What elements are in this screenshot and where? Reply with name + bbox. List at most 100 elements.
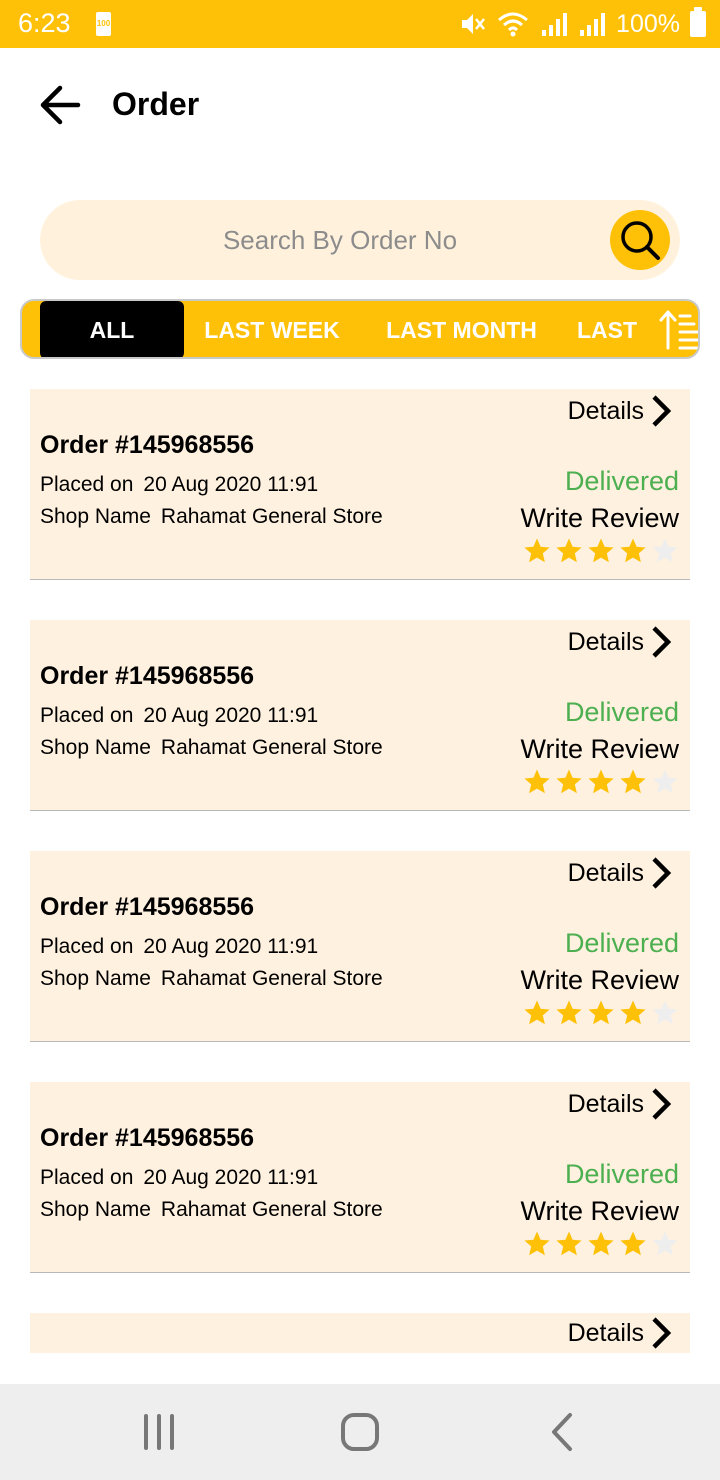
recent-apps-icon [144,1414,174,1450]
order-number: Order #145968556 [40,1124,255,1152]
star-icon[interactable] [619,768,647,796]
status-badge: Delivered [564,697,679,727]
home-icon [341,1413,379,1451]
placed-on-label: Placed on [40,935,134,958]
placed-on-label: Placed on [40,473,134,496]
order-card[interactable]: Details [30,1313,690,1353]
shop-name-value: Rahamat General Store [160,505,383,528]
wifi-icon [498,12,529,37]
tab-last-week[interactable]: LAST WEEK [197,301,347,357]
sort-button[interactable] [658,308,698,352]
sort-ascending-icon [659,310,698,350]
home-button[interactable] [330,1404,390,1460]
star-icon[interactable] [651,537,679,565]
tab-all[interactable]: ALL [40,301,184,357]
star-icon[interactable] [523,537,551,565]
placed-on-label: Placed on [40,1166,134,1189]
back-icon [552,1413,572,1451]
tab-last[interactable]: LAST [577,301,657,357]
star-icon[interactable] [523,999,551,1027]
details-link[interactable]: Details [568,1313,674,1353]
chevron-right-icon [652,395,672,427]
system-nav-bar [0,1384,720,1480]
filter-tabs: ALL LAST WEEK LAST MONTH LAST [20,299,700,359]
star-icon[interactable] [523,1230,551,1258]
status-time: 6:23 [18,8,71,38]
order-card[interactable]: Details Order #145968556 Placed on 20 Aug… [30,1082,690,1273]
placed-on-value: 20 Aug 2020 11:91 [143,1166,319,1189]
star-icon[interactable] [619,1230,647,1258]
status-bar: 6:23 100 100% [0,0,720,48]
status-badge: Delivered [564,1159,679,1189]
star-rating[interactable] [523,768,679,796]
shop-name-label: Shop Name [40,736,151,759]
star-icon[interactable] [555,537,583,565]
status-badge: Delivered [564,928,679,958]
order-number: Order #145968556 [40,431,255,459]
shop-name-row: Shop Name Rahamat General Store [40,736,383,760]
star-icon[interactable] [523,768,551,796]
chevron-right-icon [652,1317,672,1349]
details-label: Details [567,1089,644,1118]
star-icon[interactable] [587,537,615,565]
write-review-link[interactable]: Write Review [520,734,679,765]
order-card[interactable]: Details Order #145968556 Placed on 20 Aug… [30,389,690,580]
search-input[interactable] [80,200,600,280]
star-rating[interactable] [523,537,679,565]
tab-last-month[interactable]: LAST MONTH [374,301,549,357]
chevron-right-icon [652,626,672,658]
placed-on-row: Placed on 20 Aug 2020 11:91 [40,473,318,497]
placed-on-label: Placed on [40,704,134,727]
chevron-right-icon [652,857,672,889]
shop-name-label: Shop Name [40,967,151,990]
star-icon[interactable] [651,999,679,1027]
details-label: Details [567,1318,644,1347]
recent-apps-button[interactable] [130,1404,190,1460]
magnifier-icon [621,221,660,260]
details-link[interactable]: Details [568,391,674,431]
signal-icon-1 [542,13,568,36]
placed-on-row: Placed on 20 Aug 2020 11:91 [40,1166,318,1190]
battery-saver-icon: 100 [96,12,111,36]
order-number: Order #145968556 [40,662,255,690]
write-review-link[interactable]: Write Review [520,965,679,996]
arrow-left-icon [40,85,81,125]
placed-on-value: 20 Aug 2020 11:91 [143,935,319,958]
star-icon[interactable] [587,1230,615,1258]
star-icon[interactable] [619,999,647,1027]
star-rating[interactable] [523,1230,679,1258]
star-icon[interactable] [555,999,583,1027]
star-icon[interactable] [651,1230,679,1258]
details-link[interactable]: Details [568,853,674,893]
write-review-link[interactable]: Write Review [520,1196,679,1227]
back-button[interactable] [34,80,90,130]
star-icon[interactable] [555,1230,583,1258]
star-icon[interactable] [587,768,615,796]
order-card[interactable]: Details Order #145968556 Placed on 20 Aug… [30,620,690,811]
star-icon[interactable] [651,768,679,796]
star-rating[interactable] [523,999,679,1027]
shop-name-row: Shop Name Rahamat General Store [40,1198,383,1222]
star-icon[interactable] [587,999,615,1027]
details-label: Details [567,858,644,887]
battery-icon [690,7,706,37]
shop-name-value: Rahamat General Store [160,967,383,990]
write-review-link[interactable]: Write Review [520,503,679,534]
placed-on-value: 20 Aug 2020 11:91 [143,704,319,727]
star-icon[interactable] [555,768,583,796]
shop-name-label: Shop Name [40,505,151,528]
chevron-right-icon [652,1088,672,1120]
status-badge: Delivered [564,466,679,496]
details-link[interactable]: Details [568,622,674,662]
system-back-button[interactable] [532,1404,592,1460]
signal-icon-2 [580,13,606,36]
star-icon[interactable] [619,537,647,565]
status-icons: 100% [458,6,706,42]
page-title: Order [112,86,200,122]
details-link[interactable]: Details [568,1084,674,1124]
search-button[interactable] [610,210,670,270]
details-label: Details [567,396,644,425]
order-card[interactable]: Details Order #145968556 Placed on 20 Aug… [30,851,690,1042]
shop-name-label: Shop Name [40,1198,151,1221]
shop-name-row: Shop Name Rahamat General Store [40,505,383,529]
